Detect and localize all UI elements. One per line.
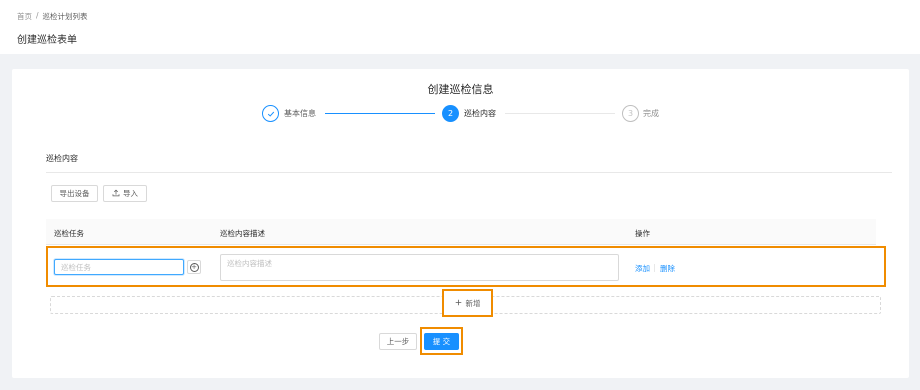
step-2-number: 2 [442,105,459,122]
export-devices-label: 导出设备 [59,189,90,198]
page-header: 首页 / 巡检计划列表 创建巡检表单 [0,0,920,54]
add-task-button[interactable]: + [187,260,201,274]
plus-icon [455,299,462,308]
breadcrumb-separator: / [36,11,39,20]
column-header-description: 巡检内容描述 [220,229,265,238]
submit-button[interactable]: 提 交 [424,333,459,350]
breadcrumb-home-link[interactable]: 首页 [17,11,32,22]
step-connector-1 [325,113,435,114]
step-3-label: 完成 [643,109,659,118]
step-3-number: 3 [622,105,639,122]
add-row-button[interactable]: 新增 [442,289,493,317]
step-2-label: 巡检内容 [464,109,496,118]
breadcrumb: 首页 / 巡检计划列表 [17,11,88,22]
add-row-label: 新增 [465,298,481,308]
step-1-check-icon [262,105,279,122]
upload-icon [112,189,120,199]
submit-label: 提 交 [432,337,451,346]
plus-circle-icon: + [189,262,199,272]
section-title: 巡检内容 [46,154,78,163]
import-label: 导入 [123,189,138,198]
description-input[interactable]: 巡检内容描述 [220,254,619,281]
action-divider [654,264,655,272]
table-header: 巡检任务 巡检内容描述 操作 [46,219,876,245]
row-add-link[interactable]: 添加 [635,263,650,274]
breadcrumb-current-link[interactable]: 巡检计划列表 [43,11,88,22]
export-devices-button[interactable]: 导出设备 [51,185,98,202]
prev-step-button[interactable]: 上一步 [379,333,417,350]
section-divider [46,172,892,173]
step-connector-2 [505,113,615,114]
import-button[interactable]: 导入 [103,185,147,202]
page-title: 创建巡检表单 [17,35,77,46]
column-header-actions: 操作 [635,229,650,238]
task-input[interactable]: 巡检任务 [54,259,184,275]
column-header-task: 巡检任务 [54,229,84,238]
step-1-label: 基本信息 [284,109,316,118]
form-title: 创建巡检信息 [427,83,494,96]
prev-step-label: 上一步 [386,337,410,346]
form-card: 创建巡检信息 基本信息 2 巡检内容 3 完成 巡检内容 导出设备 导入 巡检任… [12,69,909,378]
row-delete-link[interactable]: 删除 [660,263,675,274]
